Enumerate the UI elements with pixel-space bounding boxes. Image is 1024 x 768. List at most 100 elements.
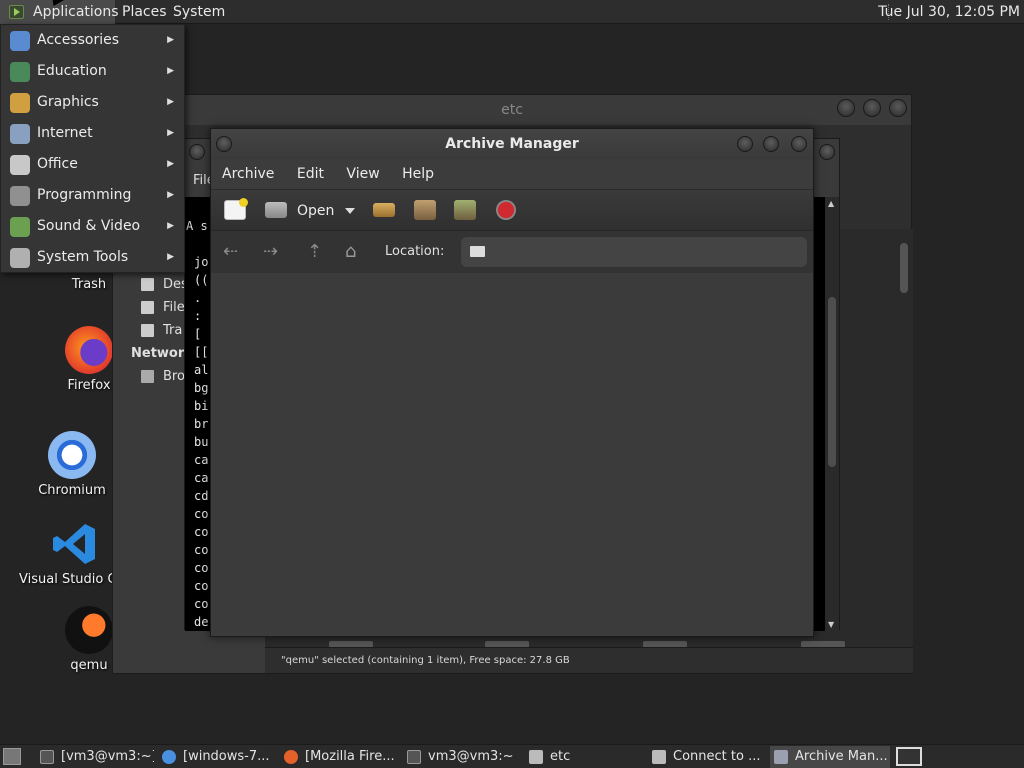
accessories-icon: [10, 31, 30, 51]
vscode-icon: [53, 524, 95, 564]
sound-video-icon: [10, 217, 30, 237]
firefox-icon: [284, 750, 298, 764]
scrollbar-thumb[interactable]: [828, 297, 836, 467]
folder-icon: [470, 246, 485, 257]
close-button[interactable]: [791, 136, 807, 152]
open-button[interactable]: Open: [297, 190, 334, 232]
submenu-arrow-icon: ▶: [167, 66, 174, 76]
desktop-icon-chromium[interactable]: Chromium: [17, 431, 127, 498]
apps-menu-item-label: Office: [37, 156, 78, 172]
show-desktop-button[interactable]: [3, 748, 21, 765]
archive-manager-window[interactable]: Archive Manager Archive Edit View Help O…: [210, 128, 814, 637]
taskbar-item-label: Archive Man...: [795, 749, 888, 764]
menu-edit[interactable]: Edit: [297, 159, 324, 189]
add-files-button[interactable]: [414, 200, 436, 220]
minimize-button[interactable]: [737, 136, 753, 152]
terminal-scrollbar[interactable]: ▲ ▼: [825, 197, 839, 631]
submenu-arrow-icon: ▶: [167, 159, 174, 169]
applications-label: Applications: [33, 4, 119, 20]
terminal-icon: [40, 750, 54, 764]
maximize-button[interactable]: [763, 136, 779, 152]
window-button[interactable]: [189, 144, 205, 160]
taskbar-item-connect[interactable]: Connect to ...: [648, 746, 766, 768]
apps-menu-item-label: Internet: [37, 125, 93, 141]
menu-help[interactable]: Help: [402, 159, 434, 189]
taskbar-item-label: vm3@vm3:~: [428, 749, 514, 764]
up-arrow-icon[interactable]: ⇡: [307, 243, 322, 261]
extract-button[interactable]: [373, 203, 395, 217]
workspace-switcher[interactable]: [896, 747, 922, 766]
apps-menu-item[interactable]: Internet ▶: [1, 118, 184, 149]
open-dropdown-icon[interactable]: [345, 208, 355, 214]
taskbar-item-label: [windows-7...: [183, 749, 270, 764]
location-label: Location:: [385, 244, 445, 259]
folder-icon: [652, 750, 666, 764]
scroll-down-arrow-icon[interactable]: ▼: [828, 620, 834, 629]
scroll-up-arrow-icon[interactable]: ▲: [828, 199, 834, 208]
minimize-button[interactable]: [837, 99, 855, 117]
back-arrow-icon[interactable]: ⇠: [223, 243, 238, 261]
filesystem-icon: [141, 301, 154, 314]
apps-menu-item[interactable]: Programming ▶: [1, 180, 184, 211]
close-button[interactable]: [819, 144, 835, 160]
apps-menu-item-label: System Tools: [37, 249, 129, 265]
desktop-folder-icon: [141, 278, 154, 291]
submenu-arrow-icon: ▶: [167, 128, 174, 138]
apps-menu-item-label: Education: [37, 63, 107, 79]
forward-arrow-icon[interactable]: ⇢: [263, 243, 278, 261]
apps-menu-item[interactable]: Sound & Video ▶: [1, 211, 184, 242]
open-archive-icon[interactable]: [265, 202, 287, 218]
archive-contents-area[interactable]: [212, 275, 812, 635]
education-icon: [10, 62, 30, 82]
apps-menu-item[interactable]: Graphics ▶: [1, 87, 184, 118]
apps-menu-item-label: Graphics: [37, 94, 99, 110]
archive-manager-icon: [774, 750, 788, 764]
apps-menu-item[interactable]: Education ▶: [1, 56, 184, 87]
submenu-arrow-icon: ▶: [167, 190, 174, 200]
network-icon: [141, 370, 154, 383]
sidebar-item-label: Tra: [163, 323, 183, 338]
taskbar-item-chromium[interactable]: [windows-7...: [158, 746, 276, 768]
system-menu[interactable]: System: [167, 0, 231, 24]
new-archive-button[interactable]: [224, 198, 248, 220]
trash-icon: [141, 324, 154, 337]
taskbar-item-archive-manager[interactable]: Archive Man...: [770, 746, 890, 768]
scrollbar-thumb[interactable]: [900, 243, 908, 293]
sidebar-item-label: Bro: [163, 369, 185, 384]
desktop-icon-label: Trash: [71, 277, 107, 292]
taskbar-item-label: [vm3@vm3:~]: [61, 749, 154, 764]
desktop-icon-label: Chromium: [38, 483, 106, 498]
window-menu-button[interactable]: [216, 136, 232, 152]
submenu-arrow-icon: ▶: [167, 252, 174, 262]
taskbar-item-terminal[interactable]: [vm3@vm3:~]: [36, 746, 154, 768]
taskbar-item-firefox[interactable]: [Mozilla Fire...: [280, 746, 398, 768]
apps-menu-item[interactable]: Accessories ▶: [1, 25, 184, 56]
taskbar-item-terminal-2[interactable]: vm3@vm3:~: [403, 746, 521, 768]
location-field[interactable]: [461, 237, 807, 267]
maximize-button[interactable]: [863, 99, 881, 117]
sidebar-item-label: File: [163, 300, 185, 315]
graphics-icon: [10, 93, 30, 113]
file-manager-titlebar[interactable]: etc: [113, 95, 911, 125]
clock[interactable]: Tue Jul 30, 12:05 PM: [878, 0, 1020, 24]
close-button[interactable]: [889, 99, 907, 117]
new-star-icon: [239, 198, 248, 207]
chromium-icon: [162, 750, 176, 764]
bottom-taskbar: [vm3@vm3:~] [windows-7... [Mozilla Fire.…: [0, 744, 1024, 768]
taskbar-item-etc[interactable]: etc: [525, 746, 643, 768]
file-manager-title: etc: [501, 102, 523, 118]
office-icon: [10, 155, 30, 175]
menu-archive[interactable]: Archive: [222, 159, 274, 189]
places-menu[interactable]: Places: [116, 0, 173, 24]
desktop-icon-label: Firefox: [67, 378, 111, 393]
add-folder-button[interactable]: [454, 200, 476, 220]
submenu-arrow-icon: ▶: [167, 97, 174, 107]
stop-button[interactable]: [496, 200, 516, 220]
firefox-icon: [65, 326, 113, 374]
menu-view[interactable]: View: [346, 159, 379, 189]
file-manager-scrollbar[interactable]: [897, 229, 911, 649]
archive-manager-titlebar[interactable]: Archive Manager: [211, 129, 813, 159]
home-icon[interactable]: ⌂: [345, 243, 356, 261]
apps-menu-item[interactable]: System Tools ▶: [1, 242, 184, 273]
apps-menu-item[interactable]: Office ▶: [1, 149, 184, 180]
